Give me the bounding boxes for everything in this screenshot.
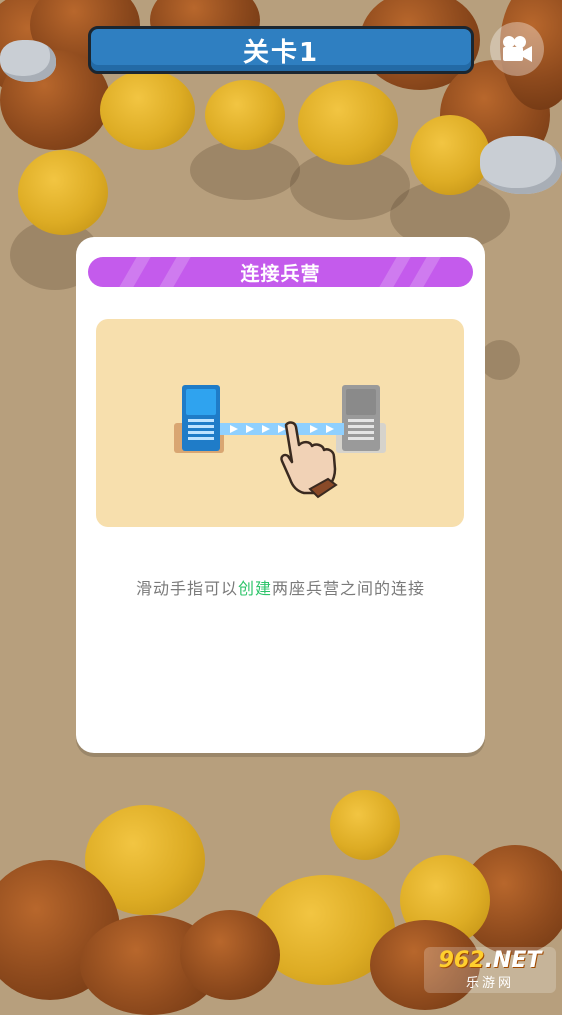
- video-button[interactable]: [490, 22, 544, 76]
- watermark-site-name: 乐游网: [465, 975, 514, 991]
- watermark-suffix: .NET: [484, 947, 542, 973]
- blue-barracks-icon: [174, 385, 224, 453]
- connection-line: [220, 423, 344, 435]
- watermark-number: 962: [438, 947, 485, 973]
- level-banner: 关卡1: [88, 26, 474, 74]
- dialog-header: 连接兵营: [88, 257, 473, 287]
- tutorial-dialog: 连接兵营 滑动手指可以创建两座兵营之间的连接: [76, 237, 485, 753]
- description-highlight: 创建: [237, 579, 272, 598]
- watermark-logo: 962.NET: [438, 947, 542, 973]
- site-watermark: 962.NET 乐游网: [424, 947, 556, 993]
- dialog-title: 连接兵营: [240, 262, 321, 285]
- level-label: 关卡1: [242, 37, 320, 68]
- description-text-start: 滑动手指可以: [135, 579, 238, 598]
- video-camera-icon: [503, 36, 532, 62]
- tutorial-illustration: [96, 319, 464, 527]
- tutorial-description: 滑动手指可以创建两座兵营之间的连接: [76, 575, 485, 599]
- description-text-end: 两座兵营之间的连接: [272, 579, 426, 598]
- gray-barracks-icon: [336, 385, 386, 453]
